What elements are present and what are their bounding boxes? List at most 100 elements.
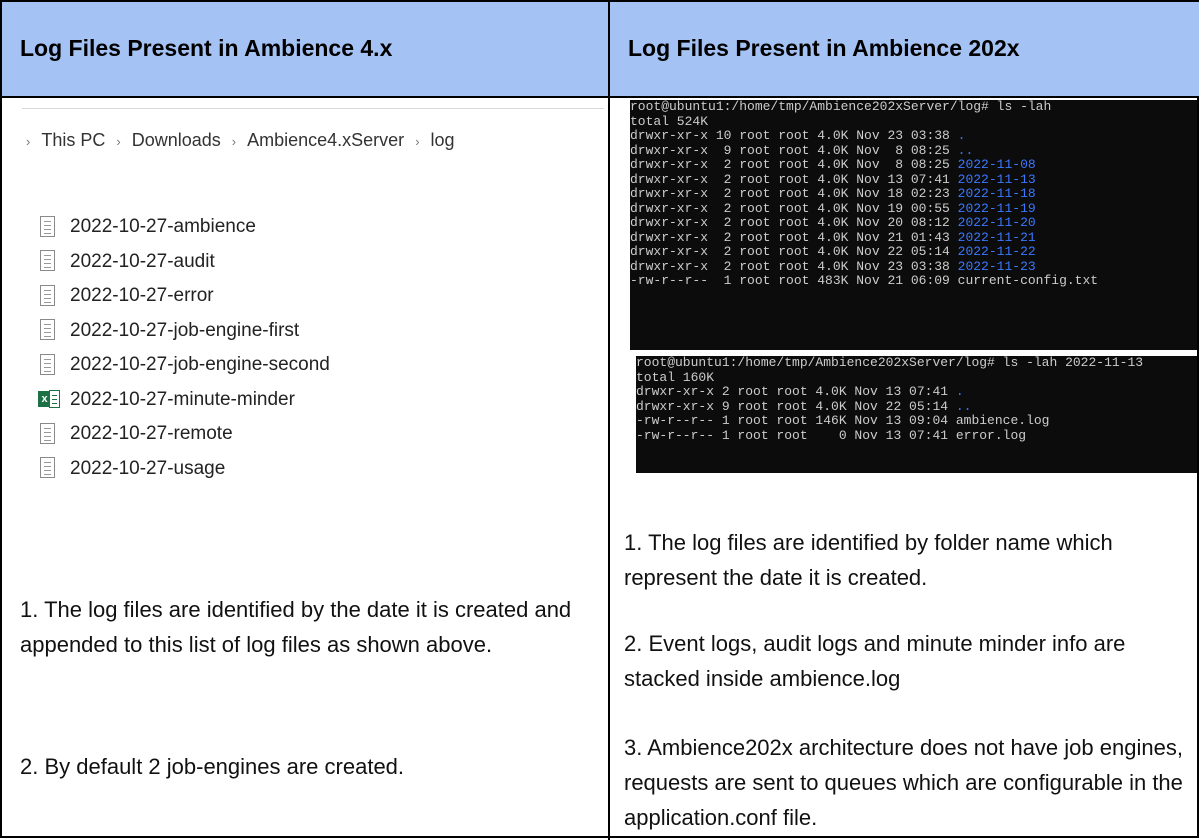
terminal-line-text: drwxr-xr-x 10 root root 4.0K Nov 23 03:3… xyxy=(630,128,958,143)
terminal-dir-name: 2022-11-22 xyxy=(957,244,1036,259)
terminal-dir-name: 2022-11-13 xyxy=(957,171,1036,187)
terminal-dir-name: 2022-11-23 xyxy=(957,258,1036,274)
file-name: 2022-10-27-usage xyxy=(70,457,226,479)
text-file-icon xyxy=(38,284,58,308)
terminal-line-text: drwxr-xr-x 2 root root 4.0K Nov 18 02:23 xyxy=(630,186,958,201)
file-name: 2022-10-27-remote xyxy=(70,423,233,445)
terminal-dir-name: 2022-11-18 xyxy=(957,186,1036,201)
terminal-ls-log: root@ubuntu1:/home/tmp/Ambience202xServe… xyxy=(630,100,1197,350)
text-file-icon xyxy=(38,250,58,273)
chevron-right-icon: › xyxy=(231,134,237,149)
terminal-line-text: drwxr-xr-x 9 root root 4.0K Nov 8 08:25 xyxy=(630,142,958,158)
header-cell-202x: Log Files Present in Ambience 202x xyxy=(610,2,1199,98)
file-name: 2022-10-27-ambience xyxy=(70,216,256,238)
breadcrumb-item[interactable]: log xyxy=(431,130,455,150)
terminal-line: -rw-r--r-- 1 root root 0 Nov 13 07:41 er… xyxy=(636,427,1197,444)
terminal-line: root@ubuntu1:/home/tmp/Ambience202xServe… xyxy=(636,356,1197,371)
file-list: 2022-10-27-ambience 2022-10-27-audit 2022-… xyxy=(38,210,330,486)
terminal-line: total 524K xyxy=(630,113,1197,130)
terminal-line-text: total 160K xyxy=(636,369,715,385)
breadcrumb-item[interactable]: Ambience4.xServer xyxy=(247,130,404,150)
file-name: 2022-10-27-audit xyxy=(70,250,215,272)
file-item[interactable]: 2022-10-27-usage xyxy=(38,452,330,487)
terminal-ls-folder: root@ubuntu1:/home/tmp/Ambience202xServe… xyxy=(636,356,1197,473)
header-title-202x: Log Files Present in Ambience 202x xyxy=(628,35,1020,61)
terminal-line-text: -rw-r--r-- 1 root root 146K Nov 13 09:04… xyxy=(636,413,1050,428)
terminal-line-text: drwxr-xr-x 9 root root 4.0K Nov 22 05:14 xyxy=(636,398,956,414)
file-name: 2022-10-27-error xyxy=(70,285,214,307)
terminal-line: drwxr-xr-x 10 root root 4.0K Nov 23 03:3… xyxy=(630,128,1197,144)
file-item[interactable]: 2022-10-27-error xyxy=(38,279,330,314)
terminal-line: drwxr-xr-x 2 root root 4.0K Nov 23 03:38… xyxy=(630,258,1197,275)
terminal-line: root@ubuntu1:/home/tmp/Ambience202xServe… xyxy=(630,100,1197,115)
file-explorer-screenshot: › This PC › Downloads › Ambience4.xServer › log… xyxy=(22,108,604,548)
cell-4x: › This PC › Downloads › Ambience4.xServer › log… xyxy=(4,98,608,838)
header-title-4x: Log Files Present in Ambience 4.x xyxy=(20,35,393,61)
terminal-line: -rw-r--r-- 1 root root 146K Nov 13 09:04… xyxy=(636,413,1197,429)
text-file-icon xyxy=(38,319,58,342)
terminal-line: drwxr-xr-x 9 root root 4.0K Nov 22 05:14… xyxy=(636,398,1197,415)
text-file-icon xyxy=(38,422,58,446)
text-file-icon xyxy=(38,457,58,480)
cell-202x: root@ubuntu1:/home/tmp/Ambience202xServe… xyxy=(610,98,1199,838)
file-name: 2022-10-27-minute-minder xyxy=(70,388,295,410)
terminal-dir-name: 2022-11-20 xyxy=(957,215,1036,230)
file-item[interactable]: 2022-10-27-job-engine-second xyxy=(38,348,330,383)
terminal-dir-name: 2022-11-21 xyxy=(957,229,1036,245)
header-cell-4x: Log Files Present in Ambience 4.x xyxy=(2,2,610,98)
file-item[interactable]: 2022-10-27-remote xyxy=(38,417,330,452)
chevron-right-icon: › xyxy=(26,134,31,149)
terminal-line: drwxr-xr-x 2 root root 4.0K Nov 22 05:14… xyxy=(630,244,1197,260)
terminal-line-text: root@ubuntu1:/home/tmp/Ambience202xServe… xyxy=(636,356,1144,370)
terminal-line-text: -rw-r--r-- 1 root root 0 Nov 13 07:41 er… xyxy=(636,427,1027,443)
terminal-line: drwxr-xr-x 2 root root 4.0K Nov 18 02:23… xyxy=(630,186,1197,202)
terminal-line: total 160K xyxy=(636,369,1197,386)
terminal-line: drwxr-xr-x 9 root root 4.0K Nov 8 08:25 … xyxy=(630,142,1197,159)
explorer-divider xyxy=(22,108,604,109)
note-4x-2: 2. By default 2 job-engines are created. xyxy=(20,754,405,779)
file-item[interactable]: 2022-10-27-audit xyxy=(38,245,330,280)
terminal-dir-name: 2022-11-19 xyxy=(957,200,1036,216)
note-202x-2: 2. Event logs, audit logs and minute min… xyxy=(624,631,1126,691)
text-file-icon xyxy=(38,353,58,377)
terminal-line-text: -rw-r--r-- 1 root root 483K Nov 21 06:09… xyxy=(630,273,1099,288)
terminal-line-text: total 524K xyxy=(630,113,709,129)
excel-file-icon: x xyxy=(38,388,60,411)
comparison-table: Log Files Present in Ambience 4.x Log Fi… xyxy=(0,0,1199,840)
terminal-dir-name: . xyxy=(955,384,964,399)
terminal-line: drwxr-xr-x 2 root root 4.0K Nov 8 08:25 … xyxy=(630,157,1197,173)
terminal-line-text: drwxr-xr-x 2 root root 4.0K Nov 22 05:14 xyxy=(630,244,958,259)
chevron-right-icon: › xyxy=(415,134,420,149)
note-4x-1: 1. The log files are identified by the d… xyxy=(20,597,572,657)
terminal-line: drwxr-xr-x 2 root root 4.0K Nov 13 07:41… xyxy=(630,171,1197,188)
terminal-line: drwxr-xr-x 2 root root 4.0K Nov 19 00:55… xyxy=(630,200,1197,217)
chevron-right-icon: › xyxy=(116,134,121,149)
terminal-dir-name: 2022-11-08 xyxy=(957,157,1036,172)
file-item[interactable]: 2022-10-27-ambience xyxy=(38,210,330,245)
terminal-dir-name: . xyxy=(957,128,966,143)
terminal-line-text: root@ubuntu1:/home/tmp/Ambience202xServe… xyxy=(630,100,1052,114)
terminal-line: drwxr-xr-x 2 root root 4.0K Nov 20 08:12… xyxy=(630,215,1197,231)
file-item[interactable]: x 2022-10-27-minute-minder xyxy=(38,383,330,418)
terminal-line: -rw-r--r-- 1 root root 483K Nov 21 06:09… xyxy=(630,273,1197,289)
terminal-line: drwxr-xr-x 2 root root 4.0K Nov 13 07:41… xyxy=(636,384,1197,400)
terminal-line-text: drwxr-xr-x 2 root root 4.0K Nov 21 01:43 xyxy=(630,229,958,245)
terminal-line: drwxr-xr-x 2 root root 4.0K Nov 21 01:43… xyxy=(630,229,1197,246)
terminal-line-text: drwxr-xr-x 2 root root 4.0K Nov 8 08:25 xyxy=(630,157,958,172)
breadcrumb-item[interactable]: Downloads xyxy=(132,130,221,150)
terminal-line-text: drwxr-xr-x 2 root root 4.0K Nov 13 07:41 xyxy=(630,171,958,187)
terminal-dir-name: .. xyxy=(957,142,974,158)
terminal-line-text: drwxr-xr-x 2 root root 4.0K Nov 13 07:41 xyxy=(636,384,956,399)
file-item[interactable]: 2022-10-27-job-engine-first xyxy=(38,314,330,349)
terminal-dir-name: .. xyxy=(955,398,972,414)
terminal-line-text: drwxr-xr-x 2 root root 4.0K Nov 20 08:12 xyxy=(630,215,958,230)
breadcrumb: › This PC › Downloads › Ambience4.xServer › log xyxy=(26,130,455,151)
note-202x-3: 3. Ambience202x architecture does not ha… xyxy=(624,735,1183,830)
note-202x-1: 1. The log files are identified by folde… xyxy=(624,530,1113,590)
breadcrumb-item[interactable]: This PC xyxy=(41,130,105,150)
terminal-line-text: drwxr-xr-x 2 root root 4.0K Nov 23 03:38 xyxy=(630,258,958,274)
file-name: 2022-10-27-job-engine-first xyxy=(70,319,300,341)
file-name: 2022-10-27-job-engine-second xyxy=(70,354,330,376)
terminal-line-text: drwxr-xr-x 2 root root 4.0K Nov 19 00:55 xyxy=(630,200,958,216)
text-file-icon xyxy=(38,215,58,239)
